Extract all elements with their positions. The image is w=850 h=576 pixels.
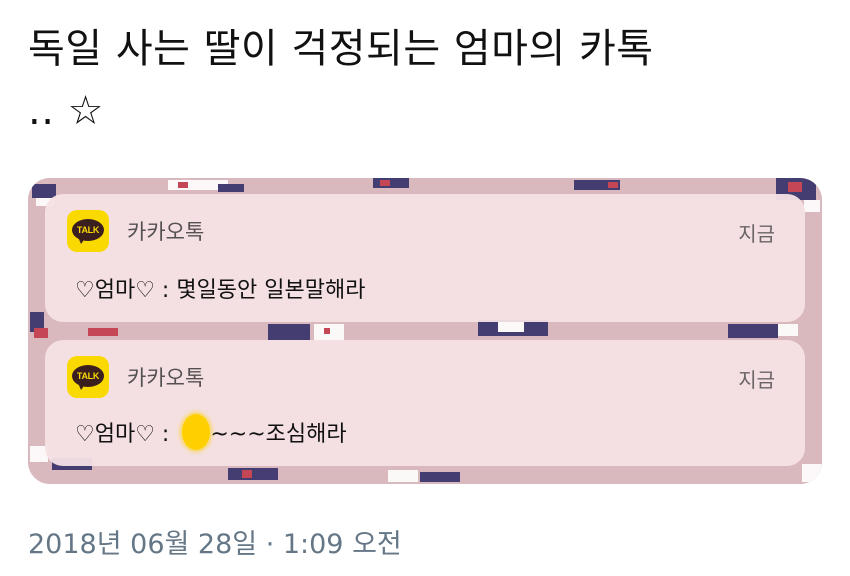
- notification-time: 지금: [738, 222, 775, 246]
- notification-time: 지금: [738, 368, 775, 392]
- message-suffix: ~~~조심해라: [210, 422, 347, 447]
- tweet-date[interactable]: 2018년 06월 28일 · 1:09 오전: [28, 522, 402, 561]
- notification-screenshot: TALK 카카오톡 지금 ♡엄마♡ : 몇일동안 일본말해라 TALK 카카오톡…: [28, 178, 822, 484]
- app-name: 카카오톡: [127, 366, 205, 390]
- notification-message: ♡엄마♡ : 몇일동안 일본말해라: [75, 278, 366, 303]
- message-prefix: ♡엄마♡ :: [75, 422, 177, 447]
- notification-message: ♡엄마♡ : ~~~조심해라: [75, 414, 347, 450]
- notification-card-2[interactable]: TALK 카카오톡 지금 ♡엄마♡ : ~~~조심해라: [45, 340, 805, 466]
- kakaotalk-icon: TALK: [67, 210, 109, 252]
- tweet-title-line-1: 독일 사는 딸이 걱정되는 엄마의 카톡: [28, 26, 654, 72]
- kakaotalk-icon: TALK: [67, 356, 109, 398]
- talk-bubble: TALK: [72, 219, 104, 241]
- notification-card-1[interactable]: TALK 카카오톡 지금 ♡엄마♡ : 몇일동안 일본말해라: [45, 194, 805, 322]
- redaction-blob: [182, 414, 211, 450]
- tweet-title: 독일 사는 딸이 걱정되는 엄마의 카톡 .. ☆: [28, 18, 828, 142]
- tweet-title-line-2: .. ☆: [28, 88, 105, 134]
- app-name: 카카오톡: [127, 220, 205, 244]
- talk-bubble: TALK: [72, 365, 104, 387]
